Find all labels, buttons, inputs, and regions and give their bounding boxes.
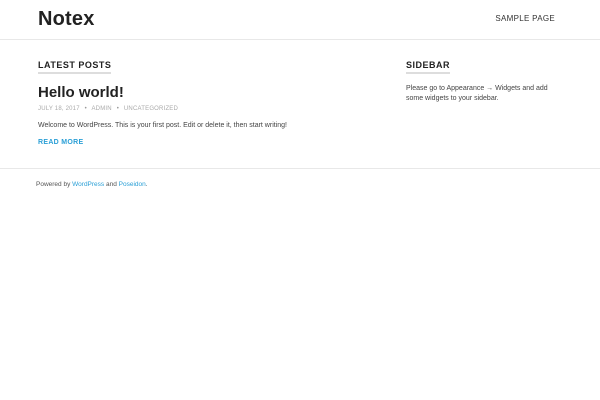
- sidebar-placeholder-text: Please go to Appearance → Widgets and ad…: [406, 85, 548, 102]
- nav-item-sample-page[interactable]: SAMPLE PAGE: [495, 14, 555, 24]
- footer-wordpress-link[interactable]: WordPress: [72, 181, 104, 188]
- read-more-link[interactable]: READ MORE: [38, 138, 83, 147]
- meta-separator-dot: •: [116, 106, 120, 112]
- post-date-link[interactable]: JULY 18, 2017: [38, 106, 80, 112]
- footer-suffix-text: .: [145, 181, 148, 188]
- post-excerpt: Welcome to WordPress. This is your first…: [38, 122, 287, 129]
- footer-prefix-text: Powered by: [36, 181, 73, 188]
- footer-credits: Powered by WordPress and Poseidon.: [36, 181, 148, 189]
- latest-posts-heading: LATEST POSTS: [38, 60, 112, 74]
- footer-middle-text: and: [104, 181, 119, 188]
- footer-poseidon-link[interactable]: Poseidon: [119, 181, 146, 188]
- main-content: LATEST POSTS Hello world! JULY 18, 2017 …: [0, 40, 600, 169]
- sidebar-heading: SIDEBAR: [406, 60, 451, 74]
- site-footer: Powered by WordPress and Poseidon.: [0, 169, 600, 209]
- meta-separator-dot: •: [84, 106, 87, 112]
- page: Notex SAMPLE PAGE LATEST POSTS Hello wor…: [0, 0, 600, 400]
- post-title-link[interactable]: Hello world!: [38, 84, 124, 102]
- post-author-link[interactable]: ADMIN: [91, 106, 111, 112]
- post-category-link[interactable]: UNCATEGORIZED: [124, 106, 178, 112]
- post-meta: JULY 18, 2017 • ADMIN • UNCATEGORIZED: [38, 105, 178, 113]
- site-title[interactable]: Notex: [38, 8, 95, 30]
- site-header: Notex SAMPLE PAGE: [0, 0, 600, 40]
